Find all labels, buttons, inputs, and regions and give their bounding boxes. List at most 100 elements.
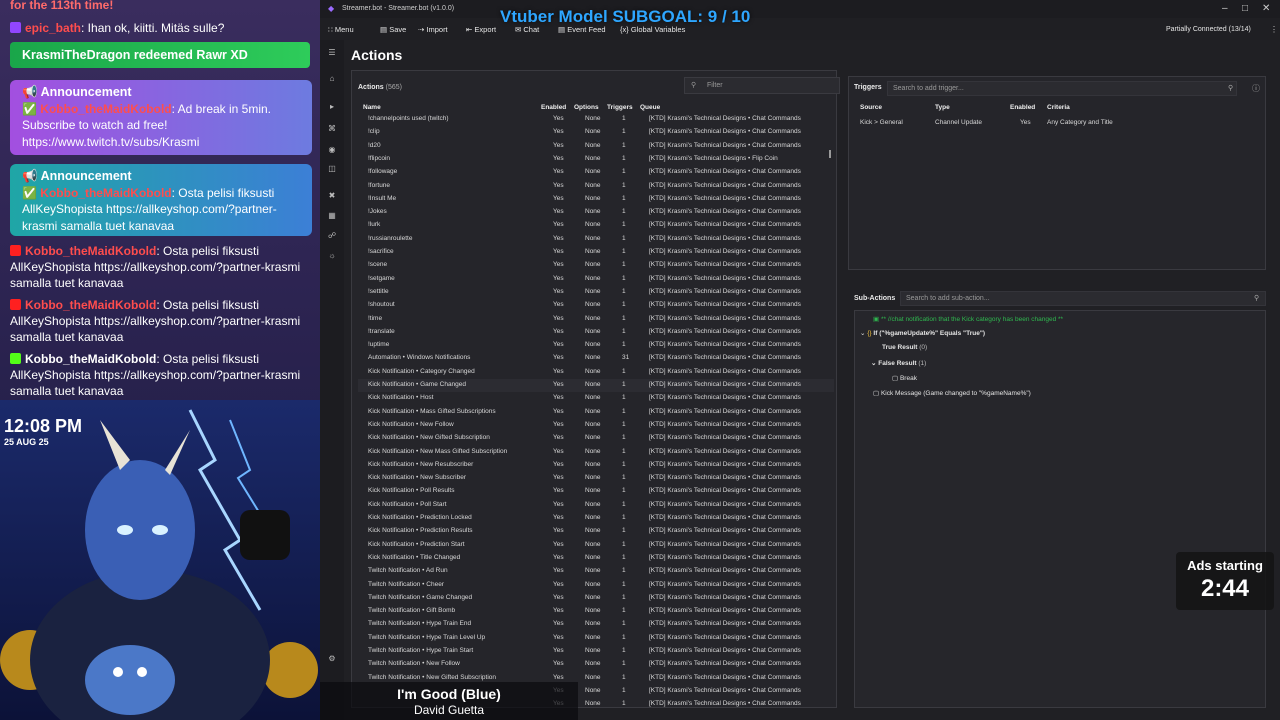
table-row[interactable]: Kick Notification • Poll Results Yes None 1… (358, 485, 834, 498)
table-row[interactable]: Kick Notification • New Follow Yes None 1 [K… (358, 419, 834, 432)
table-row[interactable]: !followage Yes None 1 [KTD] Krasmi's Technic… (358, 166, 834, 179)
tools-icon[interactable]: ✖ (327, 191, 337, 201)
table-row[interactable]: !uptime Yes None 1 [KTD] Krasmi's Technical … (358, 339, 834, 352)
table-row[interactable]: Twitch Notification • Ad Run Yes None 1 [KTD… (358, 565, 834, 578)
table-row[interactable]: Kick Notification • Mass Gifted Subscrip… (358, 406, 834, 419)
false-result[interactable]: ⌄ False Result (1) (871, 359, 926, 367)
table-row[interactable]: Kick Notification • New Gifted Subscript… (358, 432, 834, 445)
plugin-icon[interactable]: ☼ (327, 251, 337, 261)
break-subaction[interactable]: ▢ Break (892, 374, 917, 382)
table-row[interactable]: Twitch Notification • Game Changed Yes Non… (358, 592, 834, 605)
trigger-col-criteria[interactable]: Criteria (1047, 104, 1070, 111)
true-result[interactable]: True Result (0) (882, 344, 927, 351)
link-icon[interactable]: ☍ (327, 231, 337, 241)
table-row[interactable]: Kick Notification • Host Yes None 1 [KTD] Kr… (358, 392, 834, 405)
import-button[interactable]: ⇢ Import (418, 25, 448, 34)
table-row[interactable]: Kick Notification • New Subscriber Yes Non… (358, 472, 834, 485)
more-icon[interactable]: ⋮ (1270, 25, 1278, 34)
table-row[interactable]: !translate Yes None 1 [KTD] Krasmi's Technic… (358, 326, 834, 339)
table-row[interactable]: Kick Notification • Category Changed Yes N… (358, 366, 834, 379)
home-icon[interactable]: ⌂ (327, 74, 337, 84)
table-row[interactable]: !time Yes None 1 [KTD] Krasmi's Technical De… (358, 313, 834, 326)
connection-status[interactable]: Partially Connected (13/14) (1166, 26, 1251, 33)
column-header-options[interactable]: Options (574, 104, 599, 111)
table-row[interactable]: !fortune Yes None 1 [KTD] Krasmi's Technical… (358, 180, 834, 193)
actions-icon[interactable]: ▸ (327, 102, 337, 112)
menu-button[interactable]: ∷ Menu (328, 25, 354, 34)
trigger-source[interactable]: Kick > General (860, 119, 903, 126)
column-header-name[interactable]: Name (363, 104, 381, 111)
table-row[interactable]: !sacrifice Yes None 1 [KTD] Krasmi's Technic… (358, 246, 834, 259)
table-row[interactable]: Twitch Notification • Gift Bomb Yes None 1 [… (358, 605, 834, 618)
table-row[interactable]: !setgame Yes None 1 [KTD] Krasmi's Technical… (358, 273, 834, 286)
trigger-enabled[interactable]: Yes (1020, 119, 1031, 126)
cell-triggers: 1 (622, 487, 626, 495)
cell-name: Twitch Notification • Hype Train Start (368, 647, 474, 654)
twitch-icon (10, 22, 21, 33)
cell-triggers: 1 (622, 128, 626, 136)
cell-name: Twitch Notification • Gift Bomb (368, 607, 456, 615)
info-icon[interactable]: ⓘ (1252, 83, 1260, 94)
cell-enabled: Yes (553, 141, 564, 149)
table-row[interactable]: !settitle Yes None 1 [KTD] Krasmi's Technica… (358, 286, 834, 299)
table-row[interactable]: !d20 Yes None 1 [KTD] Krasmi's Technical Des… (358, 140, 834, 153)
table-row[interactable]: Kick Notification • Prediction Locked Yes… (358, 512, 834, 525)
table-row[interactable]: Kick Notification • Prediction Start Yes N… (358, 539, 834, 552)
table-row[interactable]: Kick Notification • Poll Start Yes None 1 [K… (358, 499, 834, 512)
commands-icon[interactable]: ⌘ (327, 124, 337, 134)
table-row[interactable]: Kick Notification • New Resubscriber Yes N… (358, 459, 834, 472)
column-header-queue[interactable]: Queue (640, 104, 660, 111)
maximize-icon[interactable]: □ (1242, 3, 1248, 14)
export-button[interactable]: ⇤ Export (466, 25, 496, 34)
settings-icon[interactable]: ⚙ (327, 654, 337, 664)
platforms-icon[interactable]: ◉ (327, 145, 337, 155)
table-row[interactable]: Twitch Notification • Cheer Yes None 1 [KTD]… (358, 579, 834, 592)
cell-queue: [KTD] Krasmi's Technical Designs • Chat … (649, 367, 801, 375)
cell-triggers: 1 (622, 620, 626, 628)
subactions-header: Sub-Actions (854, 295, 896, 302)
table-row[interactable]: Twitch Notification • Hype Train End Yes N… (358, 618, 834, 631)
table-row[interactable]: !flipcoin Yes None 1 [KTD] Krasmi's Technica… (358, 153, 834, 166)
table-row[interactable]: !Jokes Yes None 1 [KTD] Krasmi's Technical D… (358, 206, 834, 219)
save-button[interactable]: ▤ Save (380, 25, 406, 34)
table-row[interactable]: Kick Notification • Game Changed Yes None 1… (358, 379, 834, 393)
cell-options: None (585, 500, 601, 508)
import-icon: ⇢ (418, 25, 425, 34)
table-row[interactable]: !russianroulette Yes None 1 [KTD] Krasmi's T… (358, 233, 834, 246)
cell-enabled: Yes (553, 633, 564, 641)
cell-enabled: Yes (553, 367, 564, 375)
trigger-type[interactable]: Channel Update (935, 119, 982, 126)
table-row[interactable]: Kick Notification • New Mass Gifted Subs… (358, 446, 834, 459)
column-header-triggers[interactable]: Triggers (607, 104, 633, 111)
cell-queue: [KTD] Krasmi's Technical Designs • Chat … (649, 434, 801, 442)
trigger-col-type[interactable]: Type (935, 104, 950, 111)
minimize-icon[interactable]: – (1222, 3, 1228, 14)
table-row[interactable]: !shoutout Yes None 1 [KTD] Krasmi's Technica… (358, 299, 834, 312)
table-row[interactable]: !clip Yes None 1 [KTD] Krasmi's Technical De… (358, 126, 834, 139)
table-row[interactable]: !lurk Yes None 1 [KTD] Krasmi's Technical De… (358, 219, 834, 232)
table-row[interactable]: Twitch Notification • Hype Train Start Ye… (358, 645, 834, 658)
table-row[interactable]: Automation • Windows Notifications Yes Non… (358, 352, 834, 365)
column-header-enabled[interactable]: Enabled (541, 104, 566, 111)
table-row[interactable]: Twitch Notification • Hype Train Level U… (358, 632, 834, 645)
table-row[interactable]: Twitch Notification • New Follow Yes None 1… (358, 658, 834, 671)
subaction-search-input[interactable]: Search to add sub-action... (900, 291, 1266, 306)
filter-input[interactable]: ⚲ Filter (684, 77, 840, 94)
hamburger-icon[interactable]: ☰ (327, 48, 337, 58)
trigger-search-input[interactable]: Search to add trigger... (887, 81, 1237, 96)
servers-icon[interactable]: ▦ (327, 211, 337, 221)
scrollbar-thumb[interactable] (829, 150, 831, 158)
close-icon[interactable]: ✕ (1262, 3, 1270, 14)
trigger-col-enabled[interactable]: Enabled (1010, 104, 1035, 111)
table-row[interactable]: !Insult Me Yes None 1 [KTD] Krasmi's Technic… (358, 193, 834, 206)
kick-message-subaction[interactable]: ▢ Kick Message (Game changed to "%gameNa… (873, 389, 1031, 397)
trigger-criteria[interactable]: Any Category and Title (1047, 119, 1113, 126)
trigger-col-source[interactable]: Source (860, 104, 882, 111)
if-subaction[interactable]: ⌄ {} If ("%gameUpdate%" Equals "True") (860, 329, 985, 337)
comment-subaction[interactable]: ▣ ** //chat notification that the Kick c… (873, 315, 1063, 323)
table-row[interactable]: !channelpoints used (twitch) Yes None 1 [KTD… (358, 113, 834, 126)
table-row[interactable]: Kick Notification • Prediction Results Ye… (358, 525, 834, 538)
table-row[interactable]: Kick Notification • Title Changed Yes None… (358, 552, 834, 565)
table-row[interactable]: !scene Yes None 1 [KTD] Krasmi's Technical D… (358, 259, 834, 272)
integrations-icon[interactable]: ◫ (327, 164, 337, 174)
